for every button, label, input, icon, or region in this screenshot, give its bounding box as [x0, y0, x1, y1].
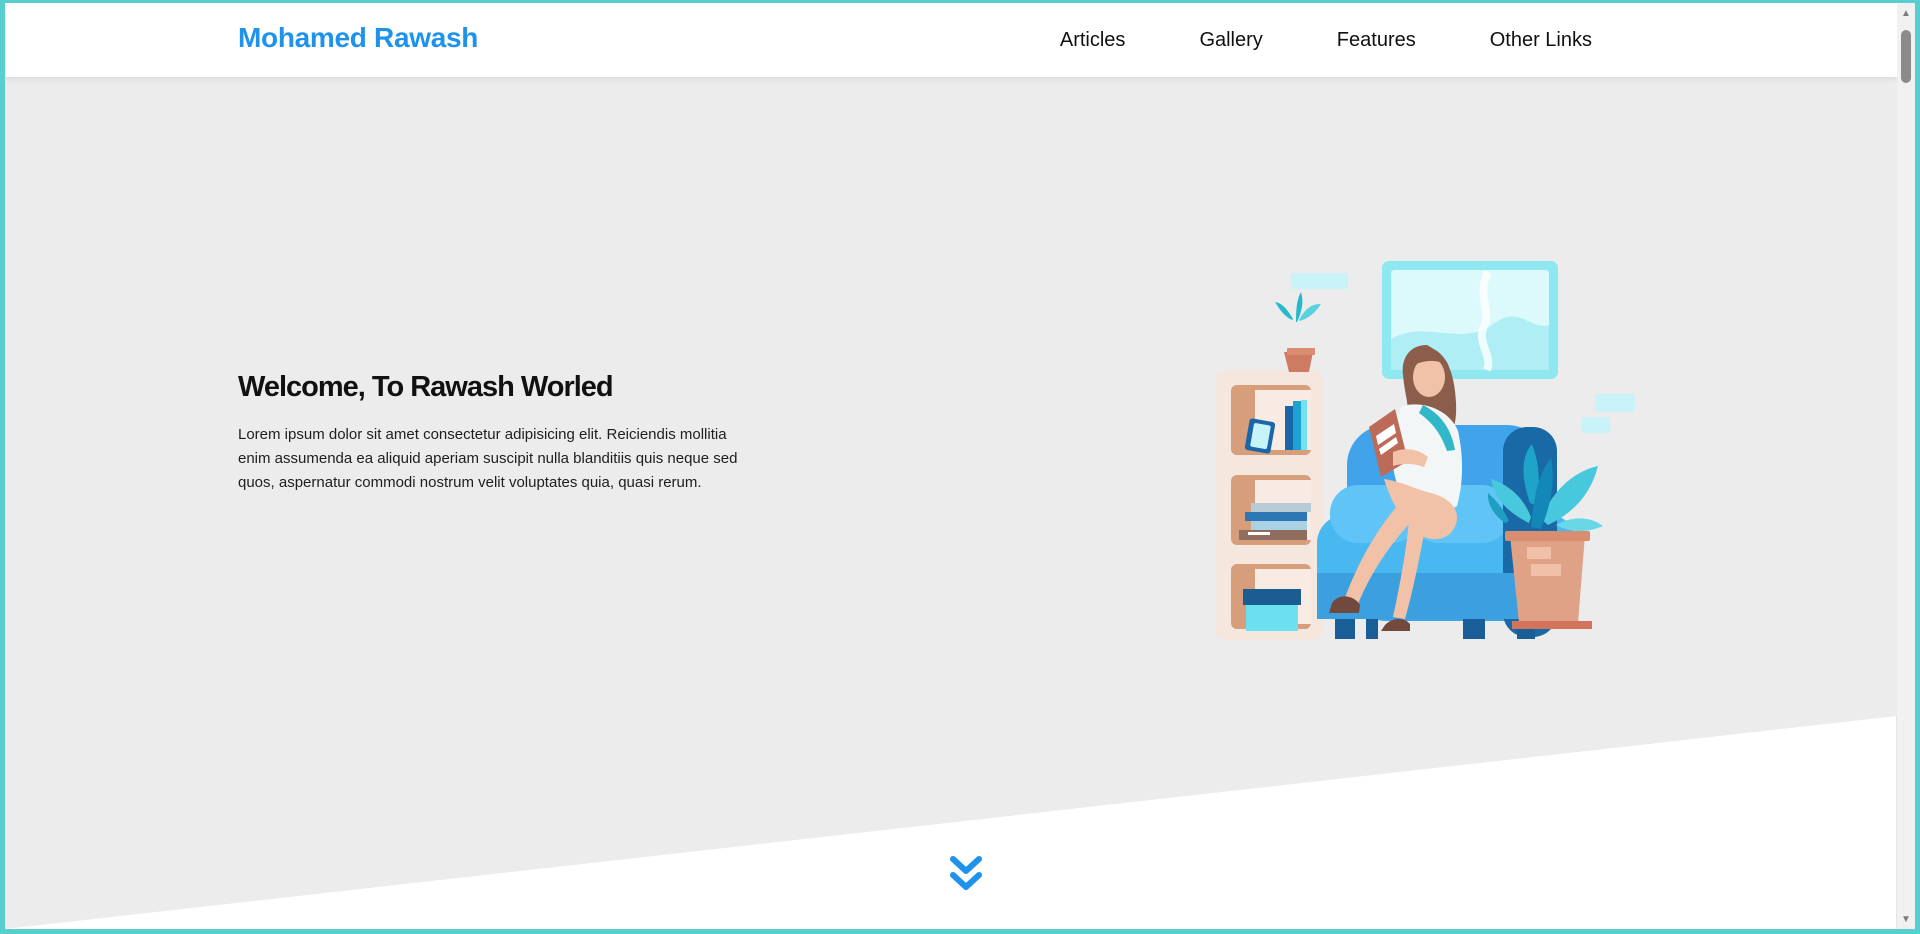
scroll-down-arrow-icon[interactable]: ▼	[1900, 913, 1912, 925]
hero-description: Lorem ipsum dolor sit amet consectetur a…	[238, 426, 738, 491]
main-nav: Articles Gallery Features Other Links	[1023, 3, 1629, 77]
site-header: Mohamed Rawash Articles Gallery Features…	[5, 3, 1897, 77]
scrollbar-thumb[interactable]	[1901, 30, 1911, 83]
nav-link-features[interactable]: Features	[1300, 3, 1453, 77]
page-viewport[interactable]: Mohamed Rawash Articles Gallery Features…	[5, 3, 1897, 929]
nav-link-other-links[interactable]: Other Links	[1453, 3, 1629, 77]
hero-title: Welcome, To Rawash Worled	[238, 371, 614, 403]
vertical-scrollbar[interactable]: ▲ ▼	[1896, 3, 1915, 929]
nav-link-gallery[interactable]: Gallery	[1162, 3, 1299, 77]
browser-window: Mohamed Rawash Articles Gallery Features…	[5, 3, 1915, 929]
nav-link-articles[interactable]: Articles	[1023, 3, 1163, 77]
scroll-up-arrow-icon[interactable]: ▲	[1900, 7, 1912, 19]
reading-woman-illustration	[1205, 253, 1635, 648]
site-logo[interactable]: Mohamed Rawash	[238, 24, 478, 52]
scroll-down-icon[interactable]	[948, 855, 984, 895]
